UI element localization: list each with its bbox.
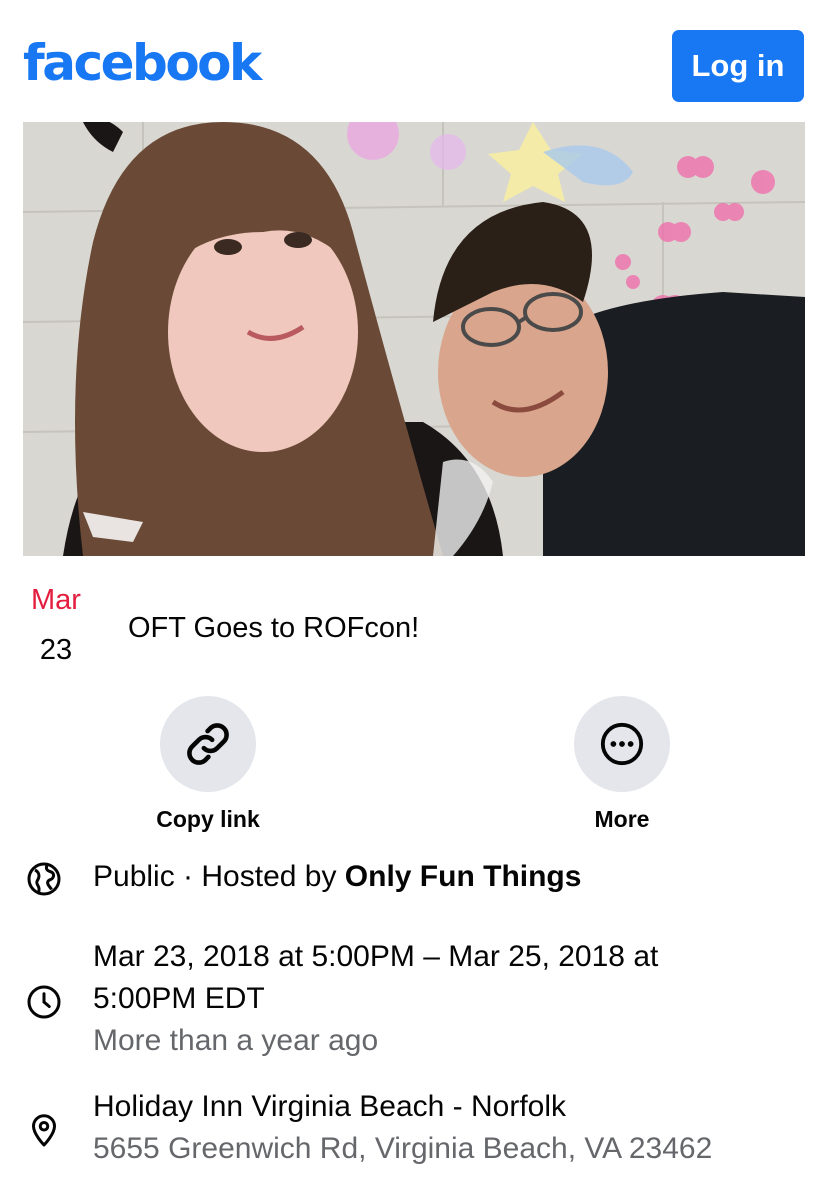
copy-link-circle[interactable] — [160, 696, 256, 792]
time-text: Mar 23, 2018 at 5:00PM – Mar 25, 2018 at… — [93, 936, 793, 1062]
location-address: 5655 Greenwich Rd, Virginia Beach, VA 23… — [93, 1132, 713, 1165]
copy-link-label: Copy link — [156, 806, 260, 832]
copy-link-button[interactable]: Copy link — [128, 696, 288, 834]
event-day: 23 — [39, 634, 73, 666]
event-title: OFT Goes to ROFcon! — [128, 612, 420, 644]
privacy-text: Public · Hosted by Only Fun Things — [93, 856, 793, 898]
facebook-logo[interactable]: facebook — [23, 34, 262, 92]
location-pin-icon — [32, 1114, 56, 1147]
hosted-by-prefix: · Hosted by — [174, 860, 345, 893]
event-date: Mar 23 — [23, 582, 89, 668]
event-month: Mar — [31, 584, 81, 616]
more-circle[interactable] — [574, 696, 670, 792]
cover-photo-illustration — [23, 122, 805, 556]
time-relative: More than a year ago — [93, 1024, 379, 1057]
clock-icon — [27, 985, 61, 1019]
more-icon — [600, 722, 644, 766]
globe-icon — [27, 862, 61, 896]
time-line-1: Mar 23, 2018 at 5:00PM – Mar 25, 2018 at — [93, 940, 659, 973]
location-name[interactable]: Holiday Inn Virginia Beach - Norfolk — [93, 1086, 793, 1128]
more-button[interactable]: More — [542, 696, 702, 834]
time-line-2: 5:00PM EDT — [93, 982, 265, 1015]
host-name[interactable]: Only Fun Things — [345, 860, 582, 893]
more-label: More — [594, 806, 650, 832]
privacy-label: Public — [93, 860, 175, 893]
top-bar: facebook Log in — [0, 0, 828, 122]
link-icon — [187, 723, 229, 765]
location-text[interactable]: Holiday Inn Virginia Beach - Norfolk 565… — [93, 1086, 793, 1170]
log-in-button[interactable]: Log in — [672, 30, 804, 102]
event-cover-photo[interactable] — [23, 122, 805, 556]
